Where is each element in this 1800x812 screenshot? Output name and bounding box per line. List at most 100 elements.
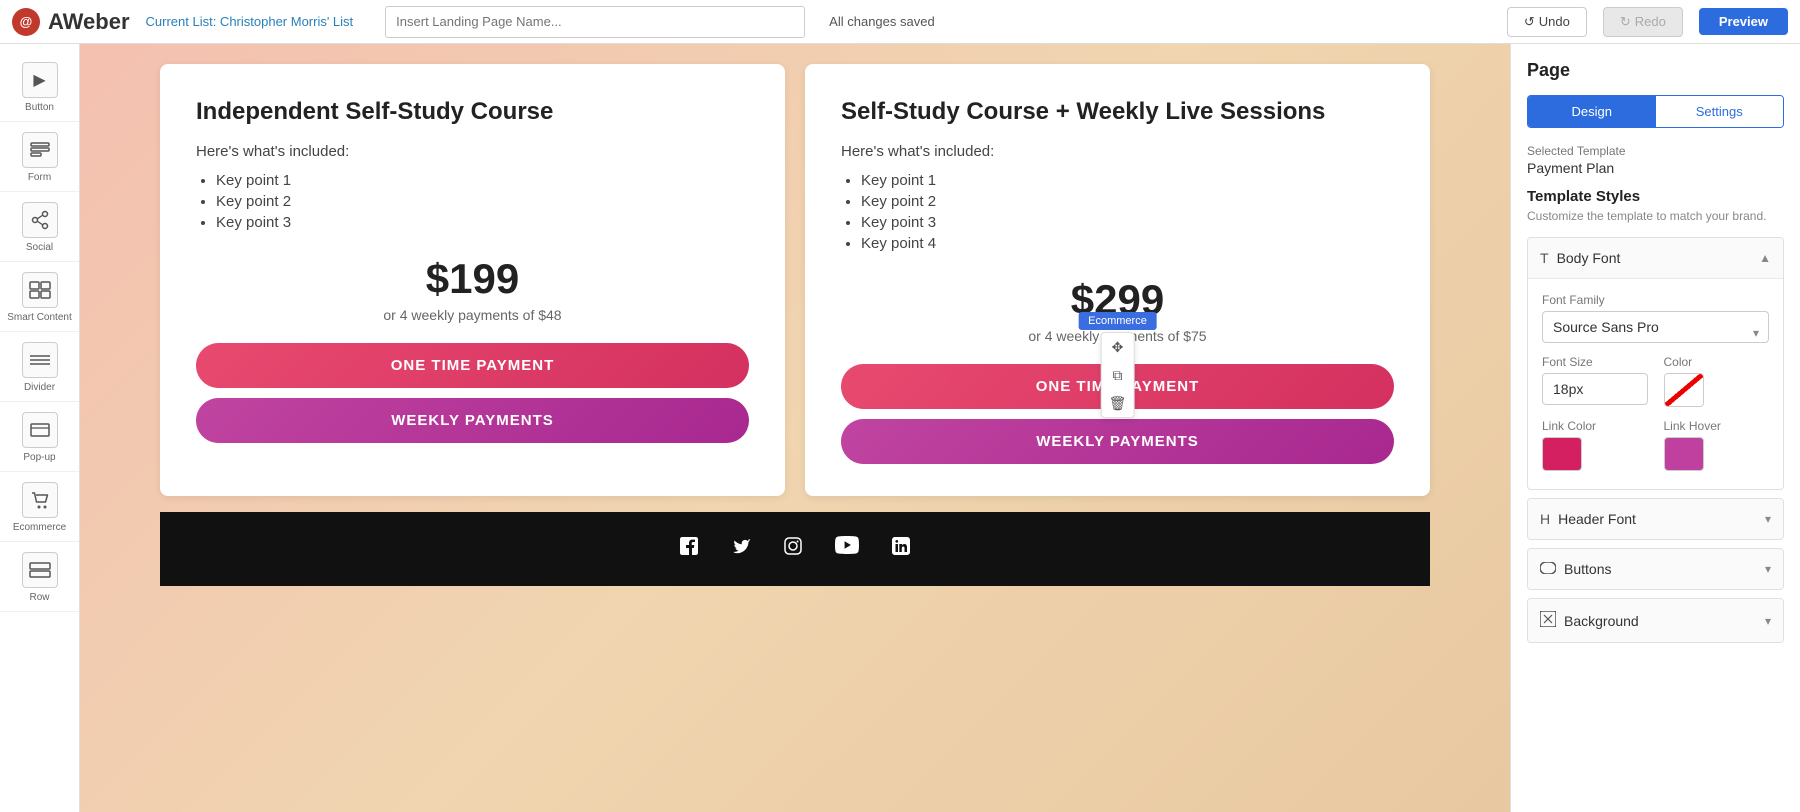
save-status: All changes saved: [829, 14, 935, 29]
sidebar-button-label: Button: [25, 102, 54, 113]
ecommerce-icon: [22, 482, 58, 518]
button-icon: ▶: [22, 62, 58, 98]
canvas-area: Independent Self-Study Course Here's wha…: [80, 44, 1510, 812]
card-1-subtitle: Here's what's included:: [196, 143, 749, 160]
background-label: Background: [1564, 613, 1639, 629]
top-bar: @ AWeber Current List: Christopher Morri…: [0, 0, 1800, 44]
logo-area: @ AWeber: [12, 8, 130, 36]
background-icon: [1540, 611, 1556, 630]
pricing-row: Independent Self-Study Course Here's wha…: [160, 64, 1430, 496]
link-color-swatch[interactable]: [1542, 437, 1582, 471]
smart-content-icon: [22, 272, 58, 308]
preview-button[interactable]: Preview: [1699, 8, 1788, 35]
body-font-body: Font Family Source Sans Pro Font Size Co…: [1528, 278, 1783, 489]
header-font-chevron: ▾: [1765, 512, 1771, 526]
sidebar-item-ecommerce[interactable]: Ecommerce: [0, 472, 79, 542]
row-icon: [22, 552, 58, 588]
list-item: Key point 1: [861, 172, 1394, 189]
body-font-chevron: ▲: [1759, 251, 1771, 265]
logo-icon: @: [12, 8, 40, 36]
pricing-card-1: Independent Self-Study Course Here's wha…: [160, 64, 785, 496]
buttons-chevron: ▾: [1765, 562, 1771, 576]
list-item: Key point 3: [861, 214, 1394, 231]
color-swatch[interactable]: [1664, 373, 1704, 407]
card-1-title: Independent Self-Study Course: [196, 96, 749, 127]
panel-title: Page: [1527, 60, 1784, 81]
card-1-one-time-button[interactable]: ONE TIME PAYMENT: [196, 343, 749, 388]
header-font-section: H Header Font ▾: [1527, 498, 1784, 540]
youtube-icon[interactable]: [835, 536, 859, 562]
sidebar-item-divider[interactable]: Divider: [0, 332, 79, 402]
card-2-points: Key point 1 Key point 2 Key point 3 Key …: [841, 172, 1394, 252]
floating-buttons: ✥ ⧉ 🗑: [1101, 332, 1135, 418]
link-color-field: Link Color: [1542, 419, 1648, 471]
sidebar-item-smart-content[interactable]: Smart Content: [0, 262, 79, 332]
background-chevron: ▾: [1765, 614, 1771, 628]
background-section: Background ▾: [1527, 598, 1784, 643]
redo-button[interactable]: ↻ Redo: [1603, 7, 1683, 37]
link-hover-label: Link Hover: [1664, 419, 1770, 433]
header-font-header[interactable]: H Header Font ▾: [1528, 499, 1783, 539]
instagram-icon[interactable]: [783, 536, 803, 562]
facebook-icon[interactable]: [679, 536, 699, 562]
header-font-label: Header Font: [1558, 511, 1636, 527]
tab-settings[interactable]: Settings: [1656, 96, 1784, 127]
card-2-subtitle: Here's what's included:: [841, 143, 1394, 160]
card-1-weekly-button[interactable]: WEEKLY PAYMENTS: [196, 398, 749, 443]
body-font-header[interactable]: T Body Font ▲: [1528, 238, 1783, 278]
sidebar-item-social[interactable]: Social: [0, 192, 79, 262]
selected-template-value: Payment Plan: [1527, 160, 1784, 176]
social-icon: [22, 202, 58, 238]
header-font-header-left: H Header Font: [1540, 511, 1636, 527]
undo-button[interactable]: ↺ Undo: [1507, 7, 1587, 37]
sidebar-item-form[interactable]: Form: [0, 122, 79, 192]
divider-icon: [22, 342, 58, 378]
card-2-weekly-button[interactable]: WEEKLY PAYMENTS: [841, 419, 1394, 464]
buttons-header[interactable]: Buttons ▾: [1528, 549, 1783, 589]
delete-button[interactable]: 🗑: [1102, 389, 1134, 417]
card-1-price: $199: [196, 255, 749, 303]
right-panel: Page Design Settings Selected Template P…: [1510, 44, 1800, 812]
form-icon: [22, 132, 58, 168]
buttons-header-left: Buttons: [1540, 561, 1611, 577]
undo-label: Undo: [1539, 14, 1570, 29]
font-size-color-row: Font Size Color: [1542, 355, 1769, 407]
link-color-label: Link Color: [1542, 419, 1648, 433]
copy-button[interactable]: ⧉: [1102, 361, 1134, 389]
font-size-field: Font Size: [1542, 355, 1648, 407]
body-font-label: Body Font: [1557, 250, 1621, 266]
sidebar-smart-content-label: Smart Content: [7, 312, 71, 323]
font-family-select[interactable]: Source Sans Pro: [1542, 311, 1769, 343]
background-header-left: Background: [1540, 611, 1639, 630]
ecommerce-badge: Ecommerce: [1078, 312, 1157, 330]
body-font-icon: T: [1540, 250, 1549, 266]
sidebar-item-popup[interactable]: Pop-up: [0, 402, 79, 472]
list-item: Key point 2: [216, 193, 749, 210]
color-swatch-diagonal: [1665, 374, 1703, 406]
twitter-icon[interactable]: [731, 536, 751, 562]
sidebar-popup-label: Pop-up: [23, 452, 55, 463]
move-button[interactable]: ✥: [1102, 333, 1134, 361]
sidebar-item-row[interactable]: Row: [0, 542, 79, 612]
sidebar-item-button[interactable]: ▶ Button: [0, 52, 79, 122]
background-header[interactable]: Background ▾: [1528, 599, 1783, 642]
left-sidebar: ▶ Button Form Social Smart Content Div: [0, 44, 80, 812]
sidebar-social-label: Social: [26, 242, 53, 253]
redo-label: Redo: [1635, 14, 1666, 29]
sidebar-ecommerce-label: Ecommerce: [13, 522, 66, 533]
buttons-section: Buttons ▾: [1527, 548, 1784, 590]
main-layout: ▶ Button Form Social Smart Content Div: [0, 44, 1800, 812]
page-name-input[interactable]: [385, 6, 805, 38]
body-font-header-left: T Body Font: [1540, 250, 1620, 266]
font-size-input[interactable]: [1542, 373, 1648, 405]
buttons-icon: [1540, 561, 1556, 577]
list-item: Key point 2: [861, 193, 1394, 210]
link-hover-swatch[interactable]: [1664, 437, 1704, 471]
current-list-link[interactable]: Current List: Christopher Morris' List: [146, 14, 354, 29]
panel-tabs: Design Settings: [1527, 95, 1784, 128]
header-font-icon: H: [1540, 511, 1550, 527]
linkedin-icon[interactable]: [891, 536, 911, 562]
footer-bar: [160, 512, 1430, 586]
tab-design[interactable]: Design: [1528, 96, 1656, 127]
logo-text: AWeber: [48, 9, 130, 35]
